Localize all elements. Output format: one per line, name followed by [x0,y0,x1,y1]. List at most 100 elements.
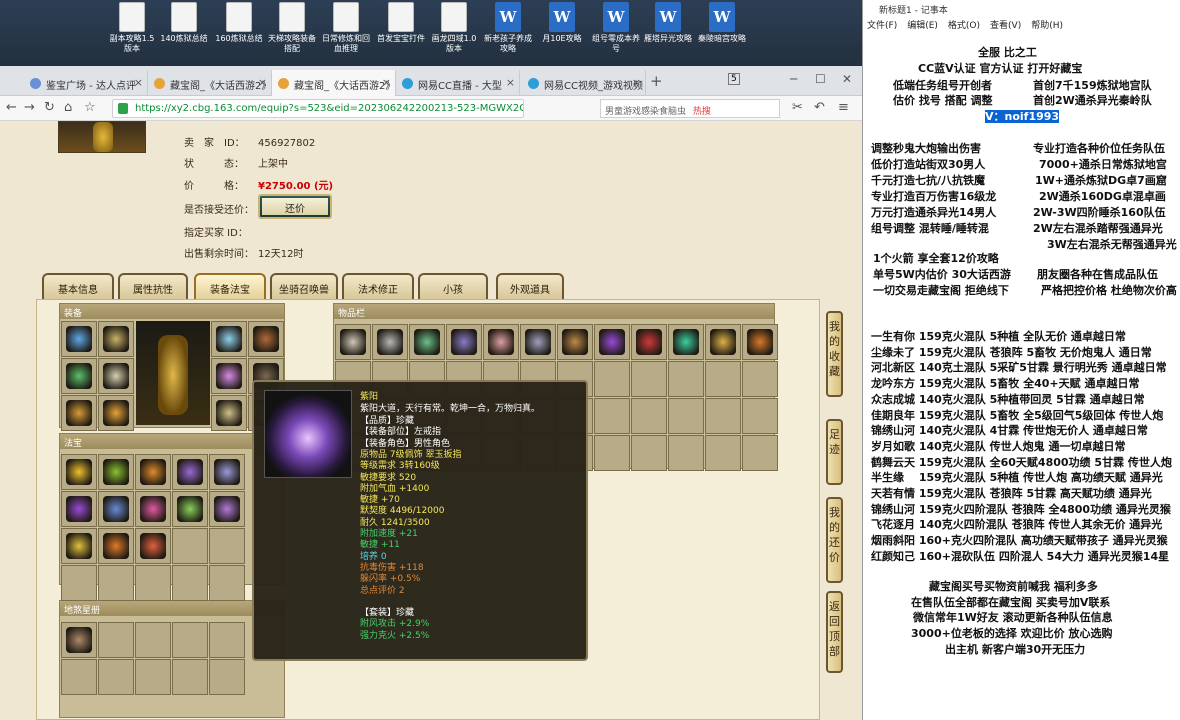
fabao-slot[interactable] [98,528,134,564]
detail-tab[interactable]: 基本信息 [42,273,114,299]
maximize-icon[interactable]: ☐ [815,72,826,86]
notepad-menu-item[interactable]: 文件(F) [867,21,897,31]
fabao-slot[interactable] [135,528,171,564]
inventory-slot[interactable] [335,324,371,360]
refresh-icon[interactable]: ↻ [44,100,55,115]
notepad-text-area[interactable]: 全服 比之工 CC蓝V认证 官方认证 打开好藏宝 低端任务组号开创者 首创7千159炼… [863,36,1180,720]
browser-tab[interactable]: 鉴宝广场 - 达人点评 × [24,70,148,96]
counter-offer-button[interactable]: 还价 [258,194,332,219]
inventory-slot[interactable] [594,361,630,397]
desktop-icon[interactable]: 首发宝宝打件 [377,2,425,44]
desktop-icon[interactable]: 画龙四域1.0版本 [430,2,478,54]
url-bar[interactable]: https://xy2.cbg.163.com/equip?s=523&eid=… [112,99,524,118]
inventory-slot[interactable] [594,435,630,471]
notepad-menu-item[interactable]: 查看(V) [990,21,1021,31]
inventory-slot[interactable] [631,398,667,434]
search-input[interactable]: 男童游戏感染食脑虫 热搜 [600,99,780,118]
side-button[interactable]: 返回顶部 [826,591,843,673]
desktop-icon[interactable]: W 组号零成本养号 [592,2,640,54]
equip-slot[interactable] [98,321,134,357]
fabao-slot[interactable] [61,491,97,527]
fabao-slot[interactable] [172,528,208,564]
fabao-slot[interactable] [135,491,171,527]
tab-close-icon[interactable]: × [382,76,391,89]
fabao-slot[interactable] [172,565,208,601]
notepad-menu-item[interactable]: 编辑(E) [907,21,938,31]
inventory-slot[interactable] [631,435,667,471]
inventory-slot[interactable] [483,324,519,360]
constellation-slot[interactable] [98,622,134,658]
new-tab-icon[interactable]: + [650,72,663,90]
constellation-slot[interactable] [172,659,208,695]
fabao-slot[interactable] [61,528,97,564]
equip-slot[interactable] [61,358,97,394]
detail-tab[interactable]: 法术修正 [342,273,414,299]
equip-slot[interactable] [98,395,134,431]
inventory-slot[interactable] [705,435,741,471]
constellation-slot[interactable] [209,659,245,695]
fabao-slot[interactable] [135,565,171,601]
desktop-icon[interactable]: 日常修炼和回血推理 [322,2,370,54]
browser-tab[interactable]: 网易CC直播 - 大型 × [396,70,520,96]
tab-close-icon[interactable]: × [258,76,267,89]
inventory-slot[interactable] [631,361,667,397]
constellation-slot[interactable] [98,659,134,695]
tab-close-icon[interactable]: × [506,76,515,89]
detail-tab[interactable]: 外观道具 [496,273,564,299]
inventory-slot[interactable] [594,324,630,360]
equip-slot[interactable] [98,358,134,394]
constellation-slot[interactable] [135,622,171,658]
fabao-slot[interactable] [209,454,245,490]
equip-slot[interactable] [61,395,97,431]
undo-icon[interactable]: ↶ [814,100,825,115]
inventory-slot[interactable] [446,324,482,360]
equip-slot[interactable] [211,358,247,394]
desktop-icon[interactable]: W 秦陵暗宫攻略 [698,2,746,44]
menu-icon[interactable]: ≡ [838,100,849,115]
inventory-slot[interactable] [742,435,778,471]
fabao-slot[interactable] [98,491,134,527]
side-button[interactable]: 我的还价 [826,497,843,583]
desktop-icon[interactable]: W 雁塔异光攻略 [644,2,692,44]
inventory-slot[interactable] [705,398,741,434]
equip-slot[interactable] [211,395,247,431]
fabao-slot[interactable] [209,565,245,601]
browser-tab[interactable]: 网易CC视频_游戏视频 × [522,70,646,96]
inventory-slot[interactable] [668,398,704,434]
equip-slot[interactable] [61,321,97,357]
fabao-slot[interactable] [172,454,208,490]
minimize-icon[interactable]: ─ [790,72,797,86]
close-icon[interactable]: ✕ [842,72,852,86]
desktop-icon[interactable]: 天梯攻略装备搭配 [268,2,316,54]
inventory-slot[interactable] [705,324,741,360]
detail-tab[interactable]: 装备法宝 [194,273,266,299]
inventory-slot[interactable] [520,324,556,360]
inventory-slot[interactable] [705,361,741,397]
desktop-icon[interactable]: W 月10E攻略 [538,2,586,44]
forward-icon[interactable]: → [24,100,35,115]
constellation-slot[interactable] [61,622,97,658]
constellation-slot[interactable] [135,659,171,695]
detail-tab[interactable]: 属性抗性 [118,273,188,299]
browser-tab[interactable]: 藏宝阁_《大话西游2》 × [148,70,272,96]
inventory-slot[interactable] [668,324,704,360]
back-icon[interactable]: ← [6,100,17,115]
equip-slot[interactable] [248,321,284,357]
side-button[interactable]: 足迹 [826,419,843,485]
desktop-icon[interactable]: 副本攻略1.5版本 [108,2,156,54]
constellation-slot[interactable] [209,622,245,658]
fabao-slot[interactable] [98,565,134,601]
bookmark-star-icon[interactable]: ☆ [84,100,96,115]
inventory-slot[interactable] [631,324,667,360]
tab-close-icon[interactable]: × [134,76,143,89]
detail-tab[interactable]: 坐骑召唤兽 [270,273,338,299]
inventory-slot[interactable] [742,324,778,360]
fabao-slot[interactable] [135,454,171,490]
fabao-slot[interactable] [61,454,97,490]
constellation-slot[interactable] [172,622,208,658]
desktop-icon[interactable]: 160炼狱总结 [215,2,263,44]
fabao-slot[interactable] [209,528,245,564]
tab-close-icon[interactable]: × [632,76,641,89]
side-button[interactable]: 我的收藏 [826,311,843,397]
fabao-slot[interactable] [98,454,134,490]
